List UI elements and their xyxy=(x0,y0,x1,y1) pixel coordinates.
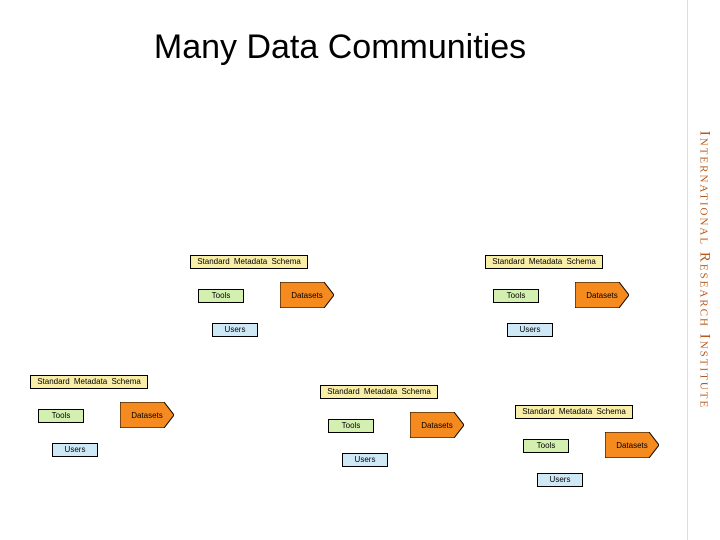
datasets-label: Datasets xyxy=(616,441,648,450)
datasets-box: Datasets xyxy=(120,402,174,428)
branding-sidebar: International Research Institute xyxy=(687,0,720,540)
tools-box: Tools xyxy=(38,409,84,423)
tools-box: Tools xyxy=(328,419,374,433)
datasets-box: Datasets xyxy=(280,282,334,308)
datasets-label: Datasets xyxy=(131,411,163,420)
users-box: Users xyxy=(507,323,553,337)
schema-box: Standard Metadata Schema xyxy=(190,255,308,269)
datasets-label: Datasets xyxy=(421,421,453,430)
schema-box: Standard Metadata Schema xyxy=(30,375,148,389)
schema-box: Standard Metadata Schema xyxy=(320,385,438,399)
users-box: Users xyxy=(342,453,388,467)
datasets-label: Datasets xyxy=(291,291,323,300)
datasets-box: Datasets xyxy=(575,282,629,308)
datasets-box: Datasets xyxy=(410,412,464,438)
branding-text: International Research Institute xyxy=(696,131,713,409)
tools-box: Tools xyxy=(523,439,569,453)
datasets-box: Datasets xyxy=(605,432,659,458)
datasets-label: Datasets xyxy=(586,291,618,300)
tools-box: Tools xyxy=(493,289,539,303)
schema-box: Standard Metadata Schema xyxy=(485,255,603,269)
page-title: Many Data Communities xyxy=(0,28,680,67)
users-box: Users xyxy=(537,473,583,487)
users-box: Users xyxy=(52,443,98,457)
schema-box: Standard Metadata Schema xyxy=(515,405,633,419)
tools-box: Tools xyxy=(198,289,244,303)
users-box: Users xyxy=(212,323,258,337)
